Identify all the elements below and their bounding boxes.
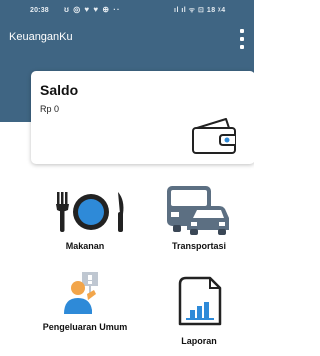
- person-expense-icon: [64, 272, 98, 314]
- menu-label-pengeluaran-umum: Pengeluaran Umum: [42, 322, 128, 332]
- menu-item-transportasi[interactable]: Transportasi: [144, 183, 254, 275]
- menu-item-makanan[interactable]: Makanan: [30, 183, 140, 275]
- app-screen: 20:38 ʊ ◎ ♥ ♥ ⊕ ·· ıl ıl ᯤ ⊡ 18 ᵡ4 Keuan…: [0, 0, 254, 356]
- balance-title: Saldo: [40, 82, 79, 98]
- wallet-icon: [192, 118, 236, 154]
- balance-card: Saldo Rp 0: [31, 71, 254, 164]
- notification-icons: ʊ ◎ ♥ ♥ ⊕ ··: [64, 5, 121, 14]
- balance-amount: Rp 0: [40, 104, 60, 114]
- menu-item-pengeluaran-umum[interactable]: Pengeluaran Umum: [30, 270, 140, 356]
- status-time: 20:38: [30, 7, 49, 14]
- system-status-icons: ıl ıl ᯤ ⊡ 18 ᵡ4: [174, 7, 226, 14]
- app-title: KeuanganKu: [9, 31, 73, 43]
- menu-label-makanan: Makanan: [65, 241, 105, 251]
- menu-label-laporan: Laporan: [181, 336, 217, 346]
- menu-label-transportasi: Transportasi: [171, 241, 227, 251]
- report-chart-icon: [178, 276, 222, 326]
- food-plate-icon: [56, 192, 124, 232]
- vehicles-icon: [167, 186, 229, 235]
- status-bar: 20:38 ʊ ◎ ♥ ♥ ⊕ ·· ıl ıl ᯤ ⊡ 18 ᵡ4: [0, 0, 254, 20]
- overflow-menu-icon[interactable]: [238, 28, 246, 50]
- menu-item-laporan[interactable]: Laporan: [144, 270, 254, 356]
